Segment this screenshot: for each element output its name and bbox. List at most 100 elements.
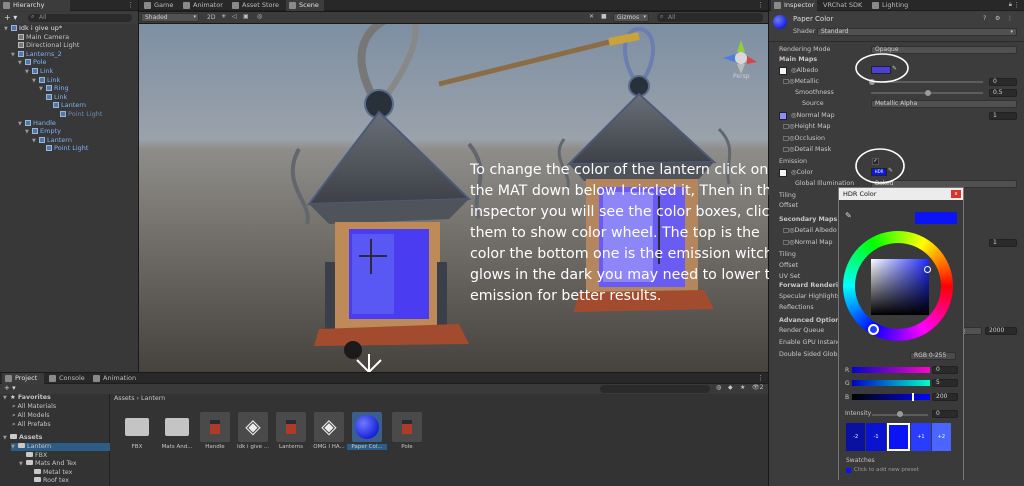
hierarchy-item[interactable]: ▼ Pole (18, 58, 46, 66)
intensity-stop-swatch[interactable]: -2 (846, 423, 866, 451)
smoothness-slider-knob[interactable] (925, 90, 931, 96)
asset-item-folder[interactable] (162, 412, 192, 442)
hierarchy-item[interactable]: ▼ Idk i give up* (4, 24, 62, 32)
fold-arrow-icon[interactable]: ▼ (32, 137, 39, 145)
breadcrumb-assets[interactable]: Assets (114, 395, 135, 402)
persp-label[interactable]: Persp (733, 73, 750, 80)
fold-arrow-icon[interactable]: ▼ (18, 59, 25, 67)
color-mode-dropdown[interactable]: RGB 0-255 (910, 352, 956, 360)
intensity-stop-swatch[interactable]: +2 (931, 423, 952, 451)
gizmos-dropdown[interactable]: Gizmos ▾ (613, 13, 649, 22)
eyedropper-icon[interactable]: ✎ (892, 65, 897, 72)
emission-checkbox[interactable]: ✓ (872, 158, 879, 165)
emission-color-swatch[interactable]: HDR (871, 168, 887, 176)
b-slider[interactable] (852, 394, 930, 400)
project-search-input[interactable] (600, 385, 710, 393)
intensity-stop-swatch[interactable]: -1 (866, 423, 886, 451)
asset-item-prefab[interactable] (200, 412, 230, 442)
tab-game[interactable]: Game (141, 0, 179, 11)
hierarchy-item[interactable]: Main Camera (11, 33, 69, 41)
source-dropdown[interactable]: Metallic Alpha (871, 100, 1017, 108)
hierarchy-item[interactable]: ▼ Handle (18, 119, 56, 127)
albedo-color-swatch[interactable] (871, 66, 891, 74)
tab-vrchat-sdk[interactable]: VRChat SDK (819, 0, 869, 11)
camera-icon[interactable]: ■ (601, 13, 607, 20)
r-slider[interactable] (852, 367, 930, 373)
audio-toggle-icon[interactable]: ◁ (232, 13, 237, 20)
tab-inspector[interactable]: Inspector (771, 0, 817, 11)
fold-arrow-icon[interactable]: ▼ (11, 51, 18, 59)
close-button[interactable]: x (951, 190, 961, 198)
hierarchy-item[interactable]: Lantern (46, 101, 86, 109)
fold-arrow-icon[interactable]: ▼ (32, 77, 39, 85)
asset-item-prefab[interactable] (392, 412, 422, 442)
saturation-value-square[interactable] (871, 259, 929, 315)
albedo-texture-slot[interactable] (779, 67, 787, 75)
normal-map-texture-slot[interactable] (779, 112, 787, 120)
hue-picker-handle[interactable] (868, 324, 879, 335)
hierarchy-search-input[interactable]: ⌕ All (28, 13, 132, 22)
fold-arrow-icon[interactable]: ▼ (25, 128, 32, 136)
folder-tree-item[interactable]: ▼ Mats And Tex (19, 460, 77, 468)
hierarchy-item[interactable]: ▼ Empty (25, 127, 61, 135)
shading-mode-dropdown[interactable]: Shaded ▾ (141, 13, 199, 22)
asset-item-prefab[interactable] (276, 412, 306, 442)
swatches-hint[interactable]: Click to add new preset (854, 467, 919, 473)
hierarchy-item[interactable]: Point Light (53, 110, 102, 118)
intensity-stop-swatch[interactable]: +1 (911, 423, 931, 451)
g-value[interactable]: 5 (932, 379, 958, 387)
help-icon[interactable]: ? (983, 15, 986, 22)
panel-menu-icon[interactable]: ⋮ (1013, 1, 1020, 9)
panel-menu-icon[interactable]: ⋮ (757, 1, 764, 9)
tab-animator[interactable]: Animator (180, 0, 228, 11)
scene-search-input[interactable]: ⌕ All (657, 13, 763, 22)
add-preset-icon[interactable] (846, 468, 851, 473)
folder-tree-item[interactable]: FBX (19, 451, 47, 460)
favorite-item[interactable]: ⌕ All Materials (12, 403, 56, 411)
panel-menu-icon[interactable]: ⋮ (127, 1, 134, 9)
lock-icon[interactable]: 🔒︎ (1009, 1, 1012, 9)
asset-item-unity[interactable]: ◈ (314, 412, 344, 442)
hierarchy-item[interactable]: Directional Light (11, 41, 79, 49)
tab-scene[interactable]: Scene (286, 0, 324, 11)
favorite-star-icon[interactable]: ★ (740, 384, 745, 391)
fold-arrow-icon[interactable]: ▼ (4, 25, 11, 33)
lighting-toggle-icon[interactable]: ☀ (221, 13, 226, 20)
asset-item-material[interactable] (352, 412, 382, 442)
emission-texture-slot[interactable] (779, 169, 787, 177)
hierarchy-item[interactable]: Link (39, 93, 67, 101)
intensity-value[interactable]: 0 (932, 410, 958, 418)
tab-asset-store[interactable]: Asset Store (229, 0, 285, 11)
smoothness-value[interactable]: 0.5 (989, 89, 1017, 97)
tab-console[interactable]: Console (46, 373, 88, 384)
label-filter-icon[interactable]: ◆ (728, 384, 733, 391)
tools-icon[interactable]: ✕ (589, 13, 594, 20)
asset-item-folder[interactable] (122, 412, 152, 442)
hidden-objects-icon[interactable]: ◎ (257, 13, 262, 20)
b-slider-knob[interactable] (912, 393, 914, 401)
context-menu-icon[interactable]: ⋮ (1007, 15, 1013, 22)
r-value[interactable]: 0 (932, 366, 958, 374)
hierarchy-item[interactable]: ▼ Lantern (32, 136, 72, 144)
hierarchy-item[interactable]: ▼ Link (32, 76, 60, 84)
hierarchy-item[interactable]: ▼ Lanterns_2 (11, 50, 62, 58)
favorites-heading[interactable]: ▼ ★ Favorites (3, 394, 51, 402)
secondary-normal-map-scale[interactable]: 1 (989, 239, 1017, 247)
tab-project[interactable]: Project (2, 373, 44, 384)
add-button[interactable]: + ▾ (4, 384, 16, 392)
fold-arrow-icon[interactable]: ▼ (19, 460, 26, 468)
hierarchy-item[interactable]: Point Light (39, 144, 88, 152)
g-slider[interactable] (852, 380, 930, 386)
intensity-stop-swatch[interactable] (886, 423, 911, 451)
normal-map-scale[interactable]: 1 (989, 112, 1017, 120)
asset-item-unity[interactable]: ◈ (238, 412, 268, 442)
favorite-item[interactable]: ⌕ All Prefabs (12, 421, 51, 429)
render-queue-value[interactable]: 2000 (985, 327, 1017, 335)
fold-arrow-icon[interactable]: ▼ (18, 120, 25, 128)
eyedropper-icon[interactable]: ✎ (845, 211, 852, 220)
intensity-slider-knob[interactable] (897, 411, 903, 417)
sv-picker-handle[interactable] (924, 266, 931, 273)
tab-hierarchy[interactable]: Hierarchy (0, 0, 70, 11)
b-value[interactable]: 200 (932, 393, 958, 401)
fold-arrow-icon[interactable]: ▼ (25, 68, 32, 76)
